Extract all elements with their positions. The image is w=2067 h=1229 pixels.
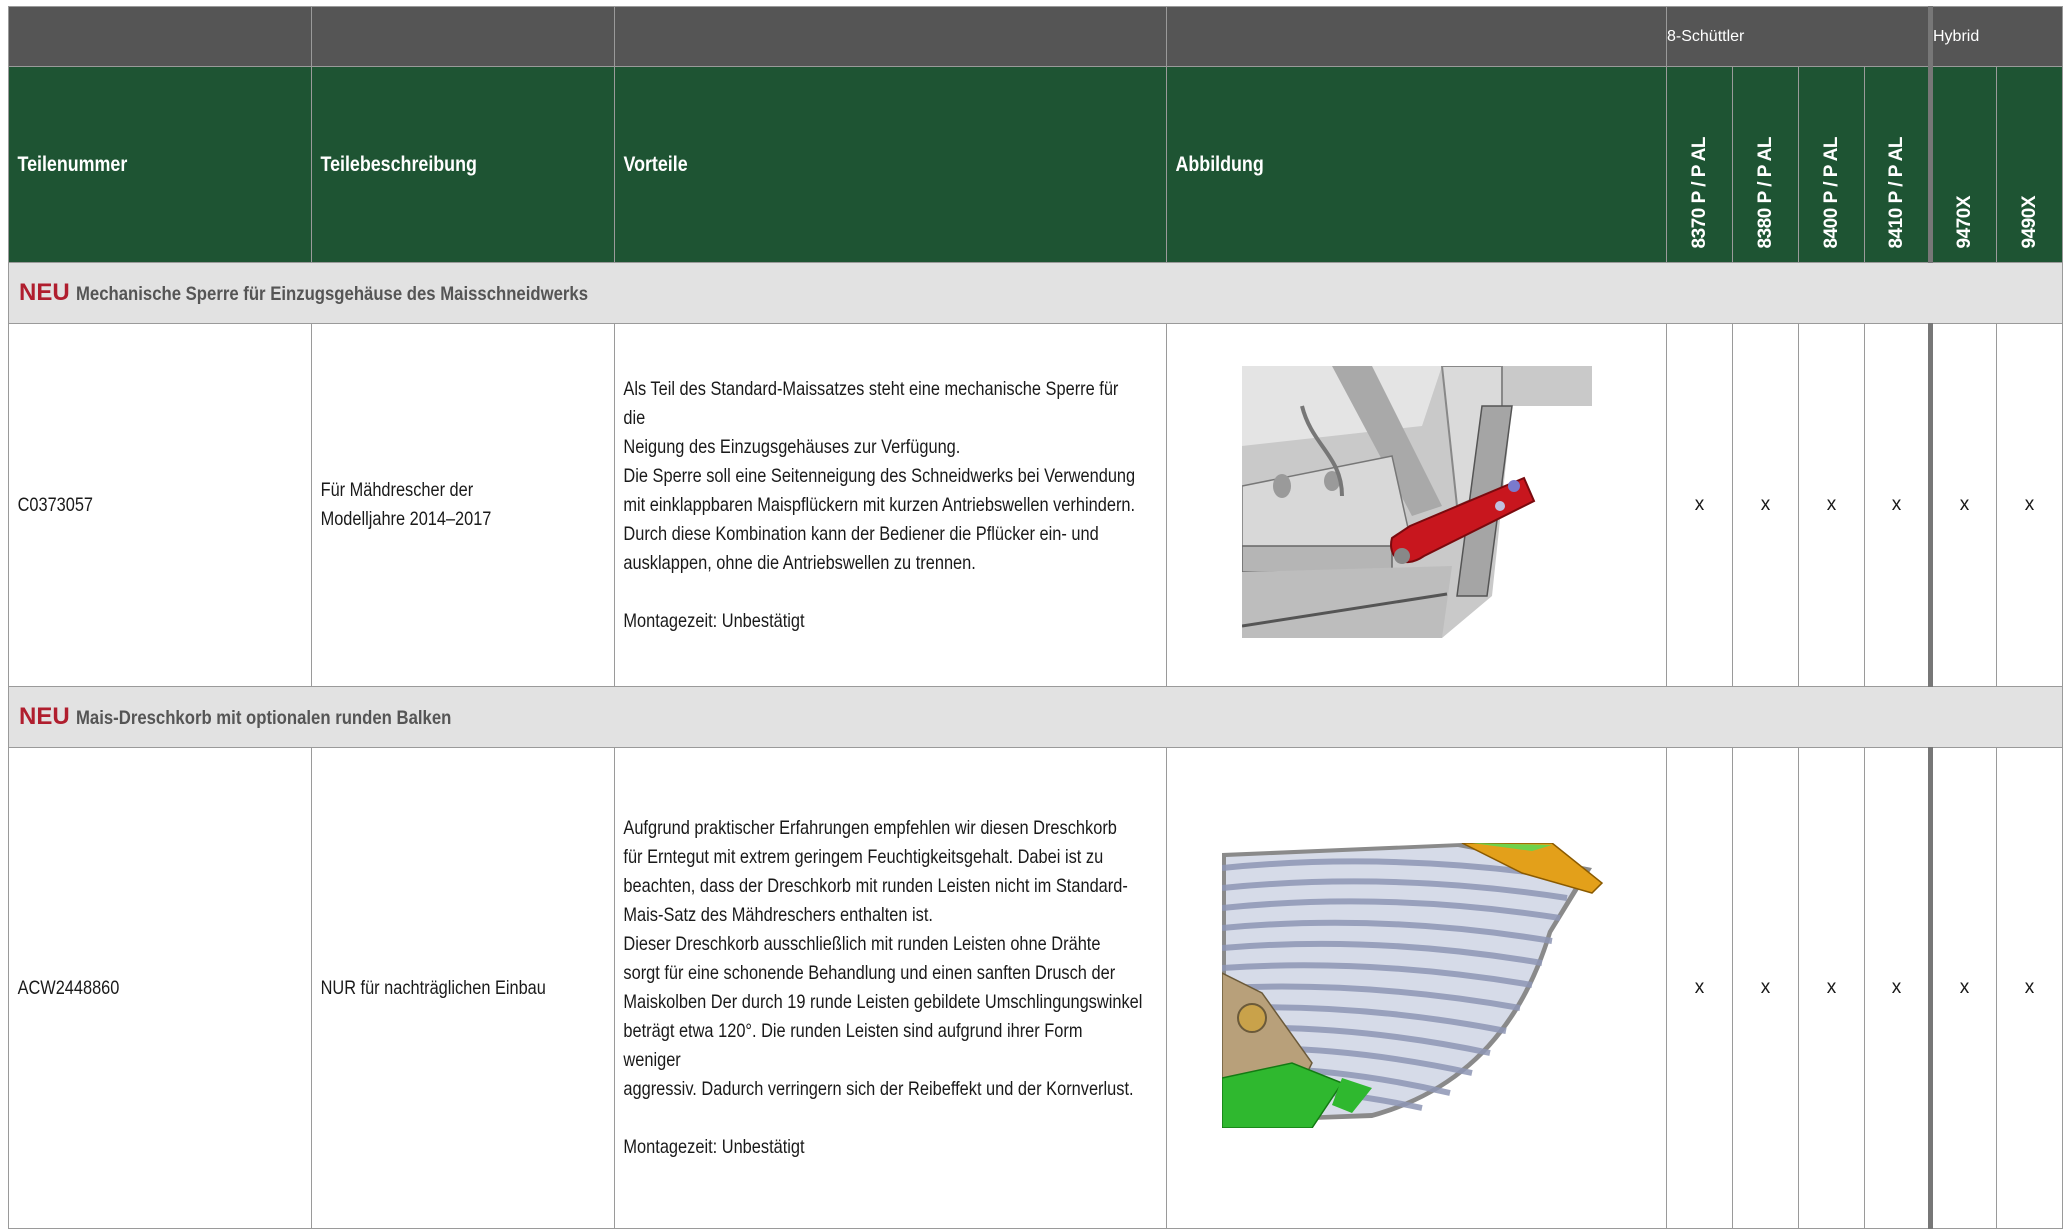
group-label-hybrid: Hybrid: [1933, 27, 1980, 45]
advantages-cell: Aufgrund praktischer Erfahrungen empfehl…: [614, 747, 1167, 1229]
advantages-cell: Als Teil des Standard-Maissatzes steht e…: [614, 323, 1167, 687]
threshing-concave-illustration: [1220, 841, 1612, 1134]
part-number-cell: ACW2448860: [8, 747, 312, 1229]
model-mark: x: [1995, 747, 2064, 1229]
mechanical-lock-illustration: [1240, 365, 1592, 644]
model-mark: x: [1928, 747, 1997, 1229]
description-cell: NUR für nachträglichen Einbau: [311, 747, 615, 1229]
group-empty-cell: [311, 6, 615, 67]
advantages-text: Aufgrund praktischer Erfahrungen empfehl…: [623, 817, 1143, 1158]
part-number: C0373057: [17, 494, 94, 516]
description-cell: Für Mähdrescher der Modelljahre 2014–201…: [311, 323, 615, 687]
model-mark: x: [1798, 323, 1865, 687]
header-model-8380: 8380 P / P AL: [1732, 66, 1799, 263]
model-mark: x: [1732, 323, 1799, 687]
header-teilenummer: Teilenummer: [8, 66, 312, 263]
model-mark: x: [1732, 747, 1799, 1229]
new-badge: NEU: [19, 279, 70, 306]
part-number-cell: C0373057: [8, 323, 312, 687]
advantages-text: Als Teil des Standard-Maissatzes steht e…: [623, 377, 1136, 632]
section-heading: NEU Mechanische Sperre für Einzugsgehäuse…: [7, 262, 2064, 324]
model-mark: x: [1864, 747, 1931, 1229]
part-number: ACW2448860: [17, 977, 120, 999]
table-row: C0373057 Für Mähdrescher der Modelljahre…: [8, 323, 2064, 687]
table-row: ACW2448860 NUR für nachträglichen Einbau…: [8, 747, 2064, 1229]
illustration-cell: [1166, 747, 1667, 1229]
section-heading: NEU Mais-Dreschkorb mit optionalen runden…: [7, 686, 2064, 748]
new-badge: NEU: [19, 703, 70, 730]
illustration-cell: [1166, 323, 1667, 687]
header-teilebeschreibung: Teilebeschreibung: [311, 66, 615, 263]
model-mark: x: [1798, 747, 1865, 1229]
header-model-9470x: 9470X: [1928, 66, 1997, 263]
column-header-row: Teilenummer Teilebeschreibung Vorteile A…: [8, 66, 2064, 263]
model-mark: x: [1864, 323, 1931, 687]
part-description: Für Mähdrescher der Modelljahre 2014–201…: [320, 480, 492, 530]
group-header-row: 8-Schüttler Hybrid: [8, 6, 2064, 67]
group-empty-cell: [1166, 6, 1667, 67]
parts-table: 8-Schüttler Hybrid Teilenummer Teilebesc…: [7, 6, 2064, 1229]
model-mark: x: [1666, 747, 1733, 1229]
part-description: NUR für nachträglichen Einbau: [320, 977, 546, 999]
header-model-9490x: 9490X: [1995, 66, 2064, 263]
header-model-8370: 8370 P / P AL: [1666, 66, 1733, 263]
group-empty-cell: [8, 6, 312, 67]
section-title: Mais-Dreschkorb mit optionalen runden Ba…: [75, 708, 452, 729]
model-mark: x: [1928, 323, 1997, 687]
header-abbildung: Abbildung: [1166, 66, 1667, 263]
model-mark: x: [1995, 323, 2064, 687]
header-vorteile: Vorteile: [614, 66, 1167, 263]
model-mark: x: [1666, 323, 1733, 687]
group-header-8-schuettler: 8-Schüttler: [1666, 6, 1931, 67]
group-label-8-schuettler: 8-Schüttler: [1667, 27, 1745, 45]
header-model-8410: 8410 P / P AL: [1864, 66, 1931, 263]
group-header-hybrid: Hybrid: [1927, 6, 2064, 67]
section-title: Mechanische Sperre für Einzugsgehäuse de…: [75, 284, 588, 305]
section-heading-row: NEU Mais-Dreschkorb mit optionalen runden…: [7, 686, 2064, 748]
section-heading-row: NEU Mechanische Sperre für Einzugsgehäuse…: [7, 262, 2064, 324]
group-empty-cell: [614, 6, 1167, 67]
header-model-8400: 8400 P / P AL: [1798, 66, 1865, 263]
parts-table-container: 8-Schüttler Hybrid Teilenummer Teilebesc…: [7, 6, 2064, 1229]
